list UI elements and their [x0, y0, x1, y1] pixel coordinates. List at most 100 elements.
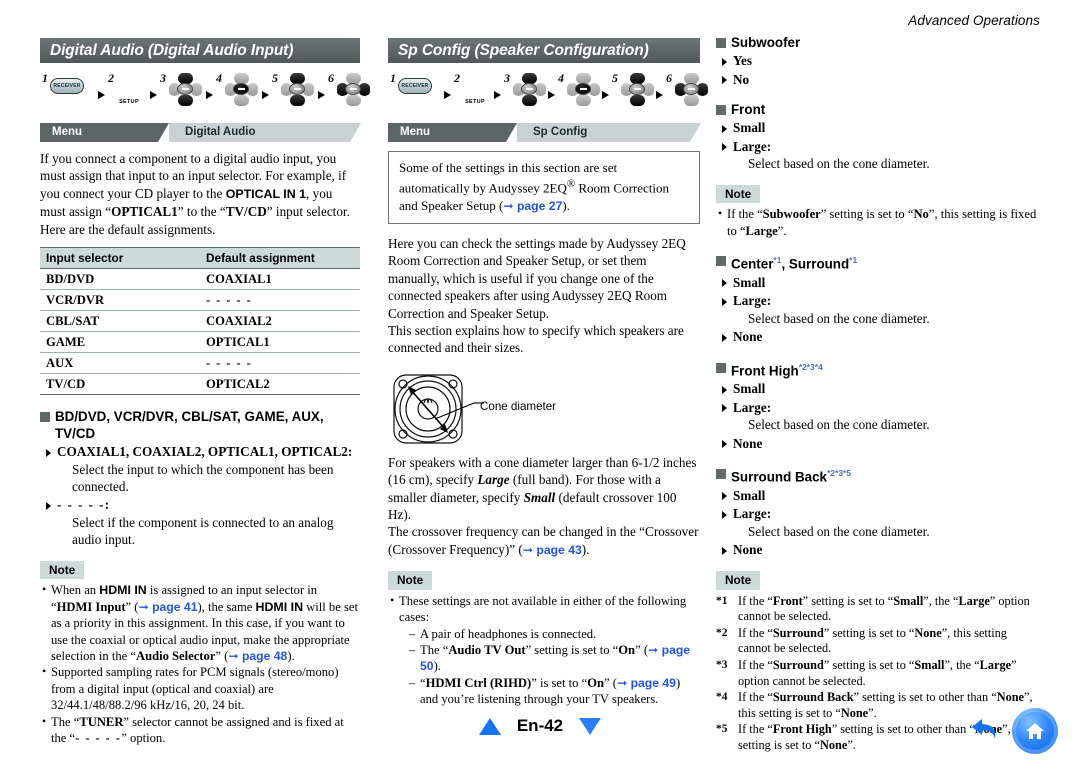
cell-selector: VCR/DVR — [40, 289, 200, 312]
option-label: Small — [733, 274, 766, 290]
optical-in-1-label: OPTICAL IN 1 — [225, 186, 307, 201]
small-emph: Small — [523, 489, 556, 505]
manual-page: Advanced Operations Digital Audio (Digit… — [0, 0, 1080, 764]
home-icon[interactable] — [1012, 708, 1058, 754]
triangle-down-icon[interactable] — [579, 717, 602, 735]
running-head: Advanced Operations — [908, 13, 1040, 28]
step-number: 3 — [504, 71, 510, 85]
dpad-up — [345, 72, 361, 84]
option-coaxial-optical: COAXIAL1, COAXIAL2, OPTICAL1, OPTICAL2: — [40, 443, 360, 461]
dpad-down — [289, 94, 305, 106]
note-label: Note — [716, 571, 761, 590]
arrow-icon — [444, 91, 451, 99]
step-number: 5 — [612, 71, 618, 85]
footnote-text: If the “Surround” setting is set to “Sma… — [738, 658, 1042, 690]
option-label: Large — [733, 399, 767, 415]
option-label: None — [733, 435, 763, 451]
option-label: Small — [733, 381, 766, 397]
dpad-icon — [512, 72, 546, 106]
fn-a: If the “ — [738, 657, 773, 672]
option-label: Large — [733, 138, 767, 154]
fn-f: Large — [979, 657, 1012, 672]
option-label: Yes — [733, 53, 753, 68]
option-label: No — [733, 71, 750, 87]
sub2-f: ). — [433, 659, 441, 674]
triangle-up-icon[interactable] — [478, 717, 501, 735]
callout-text-c: ). — [562, 197, 570, 213]
nf-c: ” setting is set to “ — [820, 207, 914, 222]
intro-text-e: ” to the “ — [177, 204, 226, 220]
fn-d: None — [914, 625, 942, 640]
step-3-dpad: 3 — [504, 71, 546, 108]
table-row: GAME OPTICAL1 — [40, 331, 360, 354]
table-row: AUX - - - - - — [40, 352, 360, 375]
option-label: Small — [733, 487, 766, 503]
back-arrow-icon[interactable] — [968, 714, 1002, 749]
breadcrumb-root: Menu — [40, 123, 169, 142]
page-link-41[interactable]: ➞ page 41 — [138, 600, 197, 614]
on-label: On — [587, 675, 605, 690]
dpad-icon — [280, 72, 314, 106]
cell-assignment: OPTICAL2 — [200, 373, 360, 396]
fn-a: If the “ — [738, 593, 773, 608]
arrow-icon — [150, 91, 157, 99]
dpad-up — [575, 72, 591, 84]
footnote-ref: *1 — [849, 255, 858, 266]
breadcrumb-digital-audio: Menu Digital Audio — [40, 123, 361, 142]
step-5-dpad: 5 — [612, 71, 654, 108]
footnote-row: *1 If the “Front” setting is set to “Sma… — [716, 594, 1042, 626]
option-label: None — [733, 542, 763, 558]
cell-selector: GAME — [40, 331, 200, 354]
step-1-receiver: 1 RECEIVER — [42, 71, 84, 108]
step-6-dpad: 6 — [666, 71, 708, 108]
dpad-icon — [224, 72, 258, 106]
dpad-icon — [674, 72, 708, 106]
setting-heading-surround-back: Surround Back*2*3*5 — [716, 465, 1042, 485]
footnote-mark: *3 — [716, 658, 728, 671]
dpad-down — [629, 94, 645, 106]
page-link-43[interactable]: ➞ page 43 — [523, 543, 582, 557]
option-surround-back-large-desc: Select based on the cone diameter. — [748, 524, 930, 540]
table-row: BD/DVD COAXIAL1 — [40, 268, 360, 291]
column-sp-config: Sp Config (Speaker Configuration) 1 RECE… — [388, 0, 708, 708]
arrow-icon — [98, 91, 105, 99]
arrow-icon — [206, 91, 213, 99]
setting-heading-front-high: Front High*2*3*4 — [716, 359, 1042, 379]
hdmi-in-label: HDMI IN — [99, 583, 147, 598]
breadcrumb-root: Menu — [388, 123, 517, 142]
dpad-up — [521, 72, 537, 84]
on-label: On — [618, 642, 636, 657]
footnote-row: *2 If the “Surround” setting is set to “… — [716, 626, 1042, 658]
dpad-up — [683, 72, 699, 84]
step-3-dpad: 3 — [160, 71, 202, 108]
heading-surround-back: Surround Back — [731, 469, 827, 485]
breadcrumb-sp-config: Menu Sp Config — [388, 123, 701, 142]
dpad-up — [629, 72, 645, 84]
option-front-high-large: Large: — [716, 399, 1042, 417]
arrow-icon — [494, 91, 501, 99]
col-header-input-selector: Input selector — [40, 247, 200, 270]
large-emph: Large — [477, 472, 510, 488]
col-header-default-assignment: Default assignment — [200, 247, 360, 270]
dpad-enter — [233, 83, 249, 95]
page-footer: En-42 — [0, 700, 1080, 764]
page-link-48[interactable]: ➞ page 48 — [228, 649, 287, 663]
fn-b: Surround — [772, 625, 824, 640]
dpad-icon — [566, 72, 600, 106]
page-link-27[interactable]: ➞ page 27 — [503, 199, 562, 213]
page-link-49[interactable]: ➞ page 49 — [617, 676, 676, 690]
fn-b: Front — [772, 593, 803, 608]
page-link-label: page 48 — [241, 648, 288, 663]
tvcd-label: TV/CD — [225, 204, 267, 220]
step-number: 1 — [390, 71, 396, 85]
step-number: 2 — [108, 71, 114, 85]
dpad-down — [575, 94, 591, 106]
option-surround-back-small: Small — [716, 487, 1042, 505]
step-number: 4 — [558, 71, 564, 85]
page-link-label: page 49 — [630, 675, 676, 690]
option-coaxial-optical-desc: Select the input to which the component … — [72, 461, 334, 495]
breadcrumb-leaf: Sp Config — [517, 123, 701, 142]
nf-a: If the “ — [727, 207, 763, 222]
cell-selector: BD/DVD — [40, 268, 200, 291]
page-link-label: page 41 — [152, 599, 198, 614]
